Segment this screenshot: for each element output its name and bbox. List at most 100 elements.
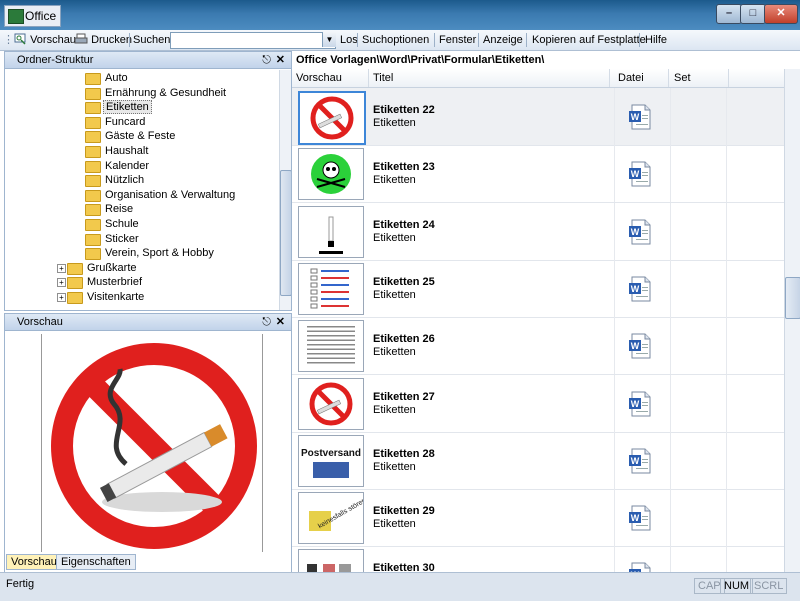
tree-item-label: Gäste & Feste: [105, 130, 176, 143]
word-file-icon[interactable]: W: [628, 448, 652, 474]
column-set[interactable]: Set: [670, 69, 729, 87]
template-thumbnail[interactable]: [298, 320, 364, 373]
column-title[interactable]: Titel: [369, 69, 610, 87]
expand-icon[interactable]: +: [57, 293, 66, 302]
column-divider: [614, 374, 615, 432]
list-scrollbar[interactable]: [784, 69, 800, 572]
column-divider: [614, 202, 615, 260]
column-divider: [726, 88, 727, 145]
close-button[interactable]: ✕: [764, 4, 798, 24]
table-row[interactable]: Etiketten 30EtikettenW: [292, 546, 784, 572]
expand-icon[interactable]: +: [57, 263, 66, 273]
column-divider: [670, 374, 671, 432]
tab-properties[interactable]: Eigenschaften: [56, 554, 136, 570]
column-divider: [726, 546, 727, 572]
table-row[interactable]: Postversand Etiketten 28 Etiketten W: [292, 431, 784, 490]
pin-icon[interactable]: ⎋: [262, 52, 271, 68]
toolbar-grip: ⋮: [3, 34, 14, 46]
tree-item-label: Sticker: [105, 232, 139, 245]
template-thumbnail[interactable]: [298, 205, 364, 258]
table-row[interactable]: Etiketten 22 Etiketten W: [292, 88, 784, 146]
close-panel-icon[interactable]: ✕: [276, 52, 285, 68]
column-divider: [670, 145, 671, 203]
template-thumbnail[interactable]: [298, 377, 364, 430]
minimize-button[interactable]: –: [716, 4, 742, 24]
window-menu-button[interactable]: Fenster: [439, 33, 476, 47]
column-divider: [726, 374, 727, 432]
pin-icon[interactable]: ⎋: [262, 314, 271, 330]
tree-scroll-thumb[interactable]: [280, 170, 291, 296]
search-label: Suchen: [133, 34, 171, 46]
copy-to-disk-button[interactable]: Kopieren auf Festplatte: [532, 33, 646, 47]
column-file[interactable]: Datei: [614, 69, 669, 87]
row-subtitle: Etiketten: [373, 117, 416, 129]
word-file-icon[interactable]: W: [628, 104, 652, 130]
preview-header: Vorschau ⎋ ✕: [5, 314, 291, 331]
template-thumbnail[interactable]: [298, 91, 366, 145]
word-file-icon[interactable]: W: [628, 219, 652, 245]
row-subtitle: Etiketten: [373, 518, 416, 531]
table-row[interactable]: Etiketten 27 Etiketten W: [292, 374, 784, 433]
template-thumbnail[interactable]: Postversand: [298, 434, 364, 487]
folder-tree-panel: Ordner-Struktur ⎋ ✕ Auto Ernährung & Gesu…: [4, 51, 292, 311]
tree-item-label: Haushalt: [105, 145, 149, 157]
folder-icon: [67, 292, 83, 304]
svg-text:W: W: [631, 341, 640, 351]
row-title: Etiketten 24: [373, 218, 435, 231]
folder-icon: [85, 219, 101, 231]
word-file-icon[interactable]: W: [628, 505, 652, 531]
go-button[interactable]: Los: [340, 33, 358, 47]
table-row[interactable]: Etiketten 26 Etiketten W: [292, 317, 784, 376]
word-file-icon[interactable]: W: [628, 562, 652, 572]
folder-icon: [67, 277, 83, 290]
folder-tree-header: Ordner-Struktur ⎋ ✕: [5, 52, 291, 69]
app-icon: [8, 9, 24, 24]
row-title: Etiketten 26: [373, 333, 435, 346]
preview-button[interactable]: Vorschau: [14, 33, 76, 47]
scrl-indicator: SCRL: [750, 578, 788, 594]
help-button[interactable]: Hilfe: [645, 33, 667, 47]
search-input[interactable]: [170, 32, 336, 49]
folder-icon: [85, 87, 101, 100]
row-title: Etiketten 23: [373, 161, 435, 174]
folder-tree-title: Ordner-Struktur: [17, 54, 94, 66]
print-button[interactable]: Drucken: [74, 33, 132, 47]
word-file-icon[interactable]: W: [628, 333, 652, 359]
svg-text:W: W: [631, 227, 640, 237]
folder-icon: [85, 204, 101, 217]
template-thumbnail[interactable]: [298, 549, 364, 572]
expand-icon[interactable]: +: [57, 278, 66, 288]
template-thumbnail[interactable]: [298, 148, 364, 201]
tab-preview[interactable]: Vorschau: [6, 554, 62, 570]
column-divider: [614, 546, 615, 572]
print-label: Drucken: [91, 34, 133, 46]
template-thumbnail[interactable]: keinesfalls stören: [298, 492, 368, 545]
column-preview[interactable]: Vorschau: [292, 69, 369, 87]
word-file-icon[interactable]: W: [628, 391, 652, 417]
word-file-icon[interactable]: W: [628, 161, 652, 187]
svg-text:W: W: [631, 513, 640, 523]
column-divider: [670, 259, 671, 317]
view-menu-button[interactable]: Anzeige: [483, 33, 523, 47]
word-file-icon[interactable]: W: [628, 276, 652, 302]
search-options-button[interactable]: Suchoptionen: [362, 33, 429, 47]
tree-item-label: Ernährung & Gesundheit: [105, 86, 227, 99]
close-panel-icon[interactable]: ✕: [276, 314, 285, 330]
table-row[interactable]: Etiketten 23 Etiketten W: [292, 145, 784, 204]
column-divider: [614, 431, 615, 489]
table-row[interactable]: Etiketten 24 Etiketten W: [292, 202, 784, 261]
column-divider: [726, 489, 727, 547]
tree-item-label: Musterbrief: [87, 276, 143, 289]
table-row[interactable]: Etiketten 25 Etiketten W: [292, 259, 784, 318]
row-title: Etiketten 29: [373, 505, 435, 518]
table-row[interactable]: keinesfalls stören Etiketten 29 Etiketten W: [292, 489, 784, 548]
separator: [639, 33, 640, 47]
column-divider: [614, 489, 615, 547]
column-divider: [614, 88, 615, 145]
tree-item-label: Kalender: [105, 159, 150, 172]
maximize-button[interactable]: □: [740, 4, 766, 24]
list-scroll-thumb[interactable]: [785, 277, 800, 319]
search-dropdown-button[interactable]: ▼: [322, 32, 336, 47]
template-thumbnail[interactable]: [298, 262, 364, 315]
column-title-label: Titel: [373, 72, 394, 84]
